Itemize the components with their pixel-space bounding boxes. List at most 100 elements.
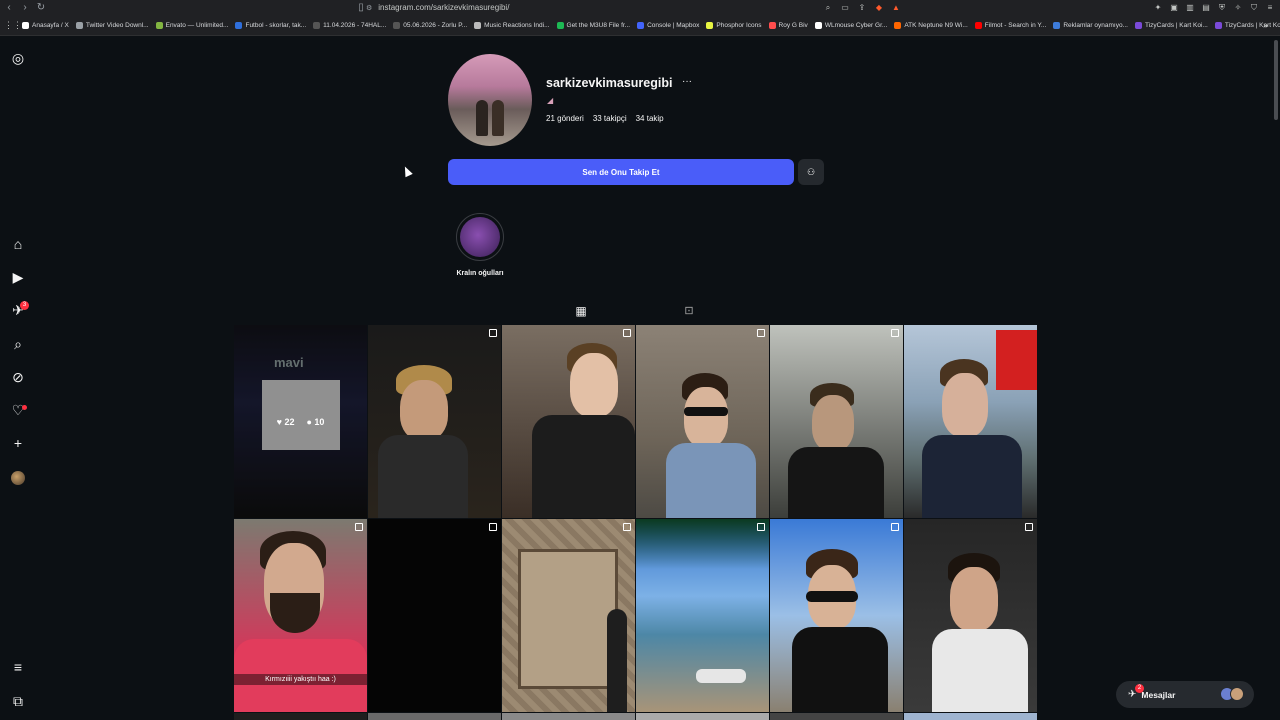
tabs-icon[interactable]: ▤	[1200, 1, 1212, 14]
multi-image-icon	[891, 523, 899, 531]
menu-icon[interactable]: ≡	[1264, 1, 1276, 14]
post-tile[interactable]	[770, 713, 903, 720]
options-icon[interactable]: ···	[682, 76, 692, 87]
more-menu-icon[interactable]: ≡	[9, 658, 27, 676]
post-tile[interactable]	[636, 713, 769, 720]
bookmark-label: Anasayfa / X	[32, 22, 69, 29]
multi-image-icon	[489, 523, 497, 531]
add-person-icon: ⚇	[806, 166, 816, 177]
follow-back-button[interactable]: Sen de Onu Takip Et	[448, 159, 794, 185]
post-tile[interactable]	[368, 519, 501, 712]
followers-count[interactable]: 33 takipçi	[593, 114, 627, 123]
bookmark-item[interactable]: Futbol - skorlar, tak...	[235, 22, 306, 29]
posts-grid-tab[interactable]: ▦	[574, 304, 588, 318]
pride-flag-icon: ◢	[547, 96, 554, 105]
vpn-icon[interactable]: ⛉	[1248, 1, 1260, 14]
heart-icon[interactable]: ♡	[9, 401, 27, 419]
meta-apps-icon[interactable]: ⧉	[9, 692, 27, 710]
message-avatars	[1220, 687, 1244, 701]
search-icon[interactable]: ⌕	[9, 335, 27, 353]
bookmark-label: Envato — Unlimited...	[165, 22, 229, 29]
profile-avatar[interactable]	[11, 471, 25, 485]
messages-panel-button[interactable]: ✈ 2 Mesajlar	[1116, 681, 1254, 708]
bookmark-item[interactable]: Phosphor Icons	[706, 22, 762, 29]
bookmark-label: Music Reactions Indi...	[484, 22, 550, 29]
bookmark-item[interactable]: Envato — Unlimited...	[155, 22, 229, 29]
bookmark-label: Filmot - Search in Y...	[984, 22, 1047, 29]
sidebar-toggle-icon[interactable]: ▥	[1184, 1, 1196, 14]
bookmark-favicon-icon	[556, 22, 564, 29]
bookmark-item[interactable]: TizyCards | Kart Koi...	[1135, 22, 1208, 29]
more-bookmarks-icon[interactable]: »	[1263, 20, 1268, 30]
post-tile[interactable]	[770, 325, 903, 518]
story-highlight[interactable]	[456, 213, 504, 261]
post-tile[interactable]: mavi ♥ 22 ● 10	[234, 325, 367, 518]
create-icon[interactable]: +	[9, 434, 27, 452]
brave-rewards-icon[interactable]: ▲	[890, 1, 902, 14]
bookmark-item[interactable]: WLmouse Cyber Gr...	[814, 22, 887, 29]
post-tile[interactable]	[234, 713, 367, 720]
post-tile[interactable]	[636, 519, 769, 712]
reels-icon[interactable]: ▶	[9, 268, 27, 286]
post-tile[interactable]: Kırmızıiii yakıştıı haa :)	[234, 519, 367, 712]
wallet-icon[interactable]: ▣	[1168, 1, 1180, 14]
cast-icon[interactable]: ▭	[839, 1, 851, 14]
post-hover-stats: ♥ 22 ● 10	[234, 325, 367, 518]
likes-stat: ♥ 22	[276, 416, 295, 427]
shield-icon[interactable]: ⛨	[1216, 1, 1228, 14]
profile-picture[interactable]	[448, 54, 532, 146]
comments-count: 10	[314, 416, 325, 427]
bookmark-item[interactable]: Console | Mapbox	[637, 22, 699, 29]
multi-image-icon	[757, 329, 765, 337]
bookmark-item[interactable]: Music Reactions Indi...	[474, 22, 550, 29]
home-icon[interactable]: ⌂	[9, 235, 27, 253]
bookmark-item[interactable]: Filmot - Search in Y...	[974, 22, 1047, 29]
post-tile[interactable]	[502, 519, 635, 712]
site-info-icon[interactable]: ⚙	[366, 4, 372, 12]
extensions-icon[interactable]: ✦	[1152, 1, 1164, 14]
instagram-logo-icon[interactable]: ◎	[9, 49, 27, 67]
bookmark-item[interactable]: Roy G Biv	[768, 22, 808, 29]
bookmark-favicon-icon	[1214, 22, 1222, 29]
post-tile[interactable]	[636, 325, 769, 518]
address-bar[interactable]: ⚙ instagram.com/sarkizevkimasuregibi/	[366, 1, 896, 14]
url-text: instagram.com/sarkizevkimasuregibi/	[378, 3, 510, 12]
bookmark-item[interactable]: Anasayfa / X	[22, 22, 69, 29]
bookmark-label: Reklamlar oynamıyo...	[1063, 22, 1128, 29]
following-count[interactable]: 34 takip	[636, 114, 664, 123]
bookmark-item[interactable]: TizyCards | Kart Koi...	[1214, 22, 1280, 29]
zoom-icon[interactable]: ⌕	[822, 1, 834, 14]
post-tile[interactable]	[368, 713, 501, 720]
brave-shield-icon[interactable]: ◆	[873, 1, 885, 14]
forward-icon[interactable]: ›	[18, 1, 32, 15]
post-tile[interactable]	[502, 713, 635, 720]
post-tile[interactable]	[904, 713, 1037, 720]
reload-icon[interactable]: ↻	[34, 1, 48, 15]
posts-count[interactable]: 21 gönderi	[546, 114, 584, 123]
post-tile[interactable]	[904, 519, 1037, 712]
post-tile[interactable]	[502, 325, 635, 518]
bookmark-item[interactable]: Reklamlar oynamıyo...	[1053, 22, 1128, 29]
puzzle-icon[interactable]: ✧	[1232, 1, 1244, 14]
bookmark-favicon-icon	[814, 22, 822, 29]
post-tile[interactable]	[770, 519, 903, 712]
apps-grid-icon[interactable]: ⋮⋮	[4, 20, 22, 31]
share-icon[interactable]: ⇪	[856, 1, 868, 14]
explore-icon[interactable]: ⊘	[9, 368, 27, 386]
bookmark-item[interactable]: Get the M3U8 File fr...	[556, 22, 631, 29]
activity-dot	[22, 405, 27, 410]
suggested-users-button[interactable]: ⚇	[798, 159, 824, 185]
messages-label: Mesajlar	[1141, 689, 1176, 700]
post-tile[interactable]	[904, 325, 1037, 518]
tagged-tab[interactable]: ⊡	[682, 304, 696, 318]
back-icon[interactable]: ‹	[2, 1, 16, 15]
page-scrollbar[interactable]	[1274, 40, 1278, 120]
bookmark-favicon-icon	[1053, 22, 1061, 29]
bookmark-label: Get the M3U8 File fr...	[566, 22, 631, 29]
post-tile[interactable]	[368, 325, 501, 518]
bookmark-item[interactable]: 11.04.2026 - 74HAL...	[313, 22, 386, 29]
bookmark-item[interactable]: ATK Neptune N9 Wi...	[894, 22, 968, 29]
bookmark-favicon-icon	[22, 22, 29, 29]
bookmark-item[interactable]: Twitter Video Downl...	[75, 22, 149, 29]
bookmark-item[interactable]: 05.06.2026 - Zorlu P...	[393, 22, 467, 29]
